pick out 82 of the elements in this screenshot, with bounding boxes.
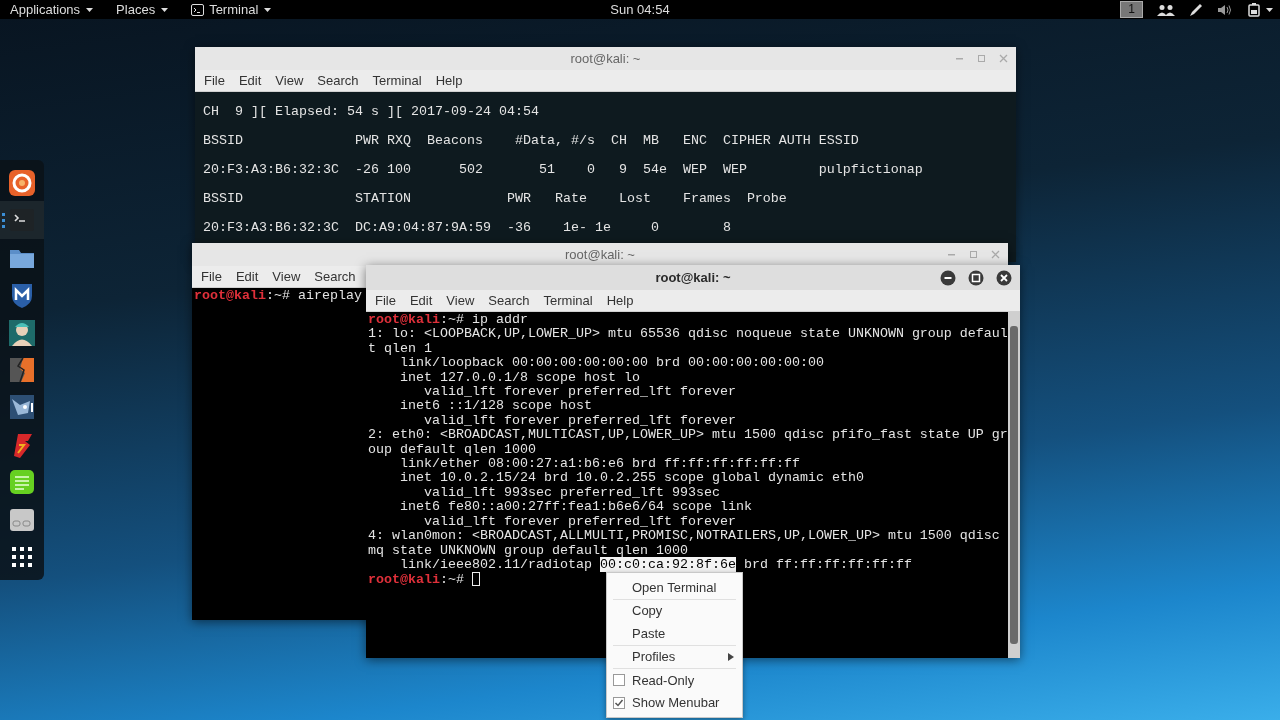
terminal-line: 4: wlan0mon: <BROADCAST,ALLMULTI,PROMISC,NOTRAILERS,UP,LOWER_UP> mtu 1500 qdisc	[368, 529, 1001, 544]
terminal-line: valid_lft forever preferred_lft forever	[423, 385, 737, 400]
terminal-line: valid_lft forever preferred_lft forever	[423, 413, 737, 429]
menu-item[interactable]: Paste	[607, 622, 742, 645]
menu-item[interactable]: File	[194, 266, 229, 287]
terminal-line: 20:F3:A3:B6:32:3C -26 100 502 51 0 9 54e WEP WEP pulpfictionap	[203, 161, 924, 179]
clock-text[interactable]: Sun 04:54	[610, 1, 670, 17]
top-bar-menu[interactable]: Terminal	[191, 0, 273, 20]
checkbox[interactable]	[613, 674, 625, 686]
menu-item[interactable]: Edit	[402, 290, 440, 311]
terminal-line: inet6 fe80::a00:27ff:fea1:b6e6/64 scope link	[399, 500, 753, 515]
prompt-text: root@kali	[368, 312, 440, 327]
submenu-arrow-icon	[728, 652, 734, 661]
command-text: :~#	[440, 572, 465, 588]
menu-item[interactable]: Read-Only	[607, 669, 742, 692]
menu-item[interactable]: Open Terminal	[607, 576, 742, 599]
minimize-icon[interactable]	[940, 269, 956, 286]
caret-icon	[85, 5, 95, 14]
close-icon[interactable]	[996, 269, 1012, 286]
menu-item[interactable]: Edit	[228, 266, 266, 287]
command-text: :~# ip addr	[440, 312, 528, 327]
scrollbar-thumb[interactable]	[1010, 326, 1018, 644]
terminal-line: BSSID PWR RXQ Beacons #Data, #/s CH MB ENC CIPHER AUTH ESSID	[203, 132, 860, 150]
scrollbar-track[interactable]	[1008, 312, 1020, 658]
battery-icon[interactable]	[1247, 2, 1261, 17]
terminal-line: BSSID STATION PWR Rate Lost Frames Probe	[203, 190, 788, 208]
volume-icon[interactable]	[1217, 3, 1233, 16]
menu-item[interactable]: Terminal	[365, 70, 429, 91]
maximize-icon[interactable]	[968, 269, 984, 286]
terminal-line: inet 10.0.2.15/24 brd 10.0.2.255 scope global dynamic eth0	[399, 471, 865, 486]
window-title: root@kali: ~	[655, 268, 731, 287]
menu-item[interactable]: File	[368, 290, 403, 311]
terminal-line: t qlen 1	[368, 341, 433, 357]
people-icon[interactable]	[1157, 3, 1175, 16]
menu-item[interactable]: Edit	[231, 70, 269, 91]
menu-item[interactable]: View	[268, 70, 311, 91]
menu-item[interactable]: Show Menubar	[607, 691, 742, 714]
terminal-line: valid_lft 993sec preferred_lft 993sec	[423, 485, 721, 501]
window-title: root@kali: ~	[565, 245, 635, 264]
menu-item[interactable]: File	[197, 70, 232, 91]
window-title: root@kali: ~	[570, 49, 641, 68]
terminal-line: mq state UNKNOWN group default qlen 1000	[368, 543, 689, 558]
workspace-indicator[interactable]: 1	[1120, 1, 1143, 18]
terminal-line: valid_lft forever preferred_lft forever	[423, 514, 737, 530]
zigzag-icon	[8, 356, 36, 384]
terminal-line: inet 127.0.0.1/8 scope host lo	[399, 370, 641, 386]
terminal-line: link/loopback 00:00:00:00:00:00 brd 00:00:00:00:00:00	[399, 356, 825, 371]
menu-item[interactable]: Help	[428, 70, 470, 91]
top-bar-menu[interactable]: Places	[116, 0, 170, 20]
menu-item[interactable]: Help	[599, 290, 641, 311]
terminal-line: link/ether 08:00:27:a1:b6:e6 brd ff:ff:ff:ff:ff:ff	[399, 457, 801, 472]
prompt-text: root@kali	[368, 572, 440, 588]
selected-text: 00:c0:ca:92:8f:6e	[599, 556, 736, 572]
terminal-line: 20:F3:A3:B6:32:3C DC:A9:04:87:9A:59 -36 1e- 1e 0 8	[203, 219, 732, 237]
terminal-line: 1: lo: <LOOPBACK,UP,LOWER_UP> mtu 65536 qdisc noqueue state UNKNOWN group defaul	[368, 327, 1006, 342]
command-text: :~# aireplay	[266, 288, 362, 303]
menu-item[interactable]: Profiles	[607, 645, 742, 668]
checkbox[interactable]	[613, 696, 625, 709]
caret-icon	[160, 5, 170, 14]
terminal-icon	[191, 3, 205, 16]
command-text: brd ff:ff:ff:ff:ff:ff	[742, 556, 912, 572]
terminal-line: oup default qlen 1000	[368, 442, 537, 458]
command-text: link/ieee802.11/radiotap	[399, 556, 593, 572]
menu-item[interactable]: Copy	[607, 599, 742, 622]
caret-icon	[263, 5, 273, 14]
mask-icon	[8, 393, 36, 422]
top-bar-menu[interactable]: Applications	[10, 0, 95, 20]
notes-icon	[8, 468, 36, 497]
person-icon	[8, 318, 36, 347]
terminal-line: CH 9 ][ Elapsed: 54 s ][ 2017-09-24 04:54	[203, 103, 540, 121]
menu-item[interactable]: Search	[481, 290, 537, 311]
pen-icon[interactable]	[1189, 2, 1203, 17]
menu-item[interactable]: Search	[307, 266, 363, 287]
menu-item[interactable]: View	[265, 266, 308, 287]
terminal-line: inet6 ::1/128 scope host	[399, 399, 593, 414]
prompt-text: root@kali	[194, 288, 266, 303]
menu-item[interactable]: Terminal	[536, 290, 600, 311]
caret-icon	[1265, 5, 1274, 14]
swirl-icon	[8, 168, 36, 197]
menu-item[interactable]: View	[439, 290, 482, 311]
menu-item[interactable]: Search	[310, 70, 366, 91]
terminal-line: 2: eth0: <BROADCAST,MULTICAST,UP,LOWER_UP> mtu 1500 qdisc pfifo_fast state UP gr	[368, 428, 1006, 443]
